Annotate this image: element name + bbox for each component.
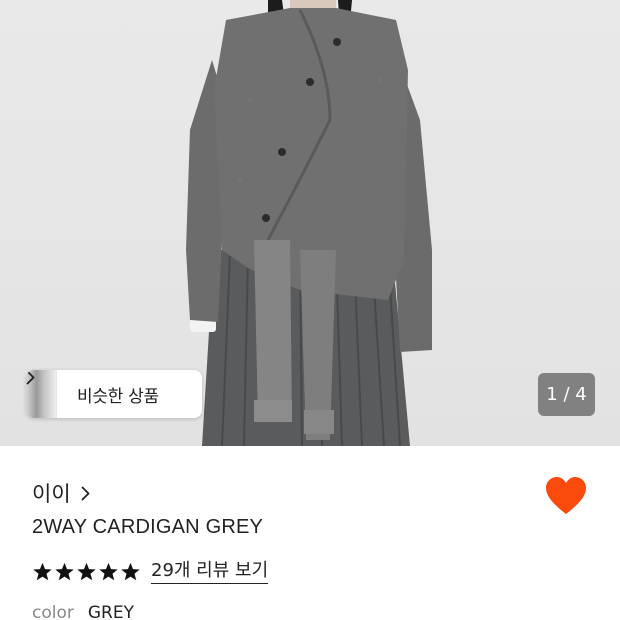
product-image-carousel[interactable]: 비슷한 상품 1 / 4 bbox=[0, 0, 620, 446]
color-label: color bbox=[32, 603, 74, 620]
brand-name: 이이 bbox=[32, 482, 71, 506]
rating-stars bbox=[32, 562, 141, 582]
reviews-link[interactable]: 29개 리뷰 보기 bbox=[151, 560, 269, 584]
star-icon bbox=[77, 562, 96, 581]
similar-products-label: 비슷한 상품 bbox=[77, 386, 159, 407]
rating-row: 29개 리뷰 보기 bbox=[32, 560, 269, 584]
color-row: color GREY bbox=[32, 603, 134, 620]
product-title: 2WAY CARDIGAN GREY bbox=[32, 516, 264, 538]
star-icon bbox=[121, 562, 140, 581]
brand-link[interactable]: 이이 bbox=[32, 478, 90, 508]
chevron-right-icon bbox=[81, 486, 90, 501]
color-value: GREY bbox=[87, 603, 134, 620]
image-counter: 1 / 4 bbox=[538, 373, 595, 416]
wishlist-heart-icon[interactable] bbox=[545, 476, 587, 516]
star-icon bbox=[33, 562, 52, 581]
similar-products-button[interactable]: 비슷한 상품 bbox=[26, 370, 202, 418]
product-detail-page: 비슷한 상품 1 / 4 이이 2WAY CARDIGAN GREY 29개 리… bbox=[0, 0, 620, 620]
star-icon bbox=[55, 562, 74, 581]
star-icon bbox=[99, 562, 118, 581]
